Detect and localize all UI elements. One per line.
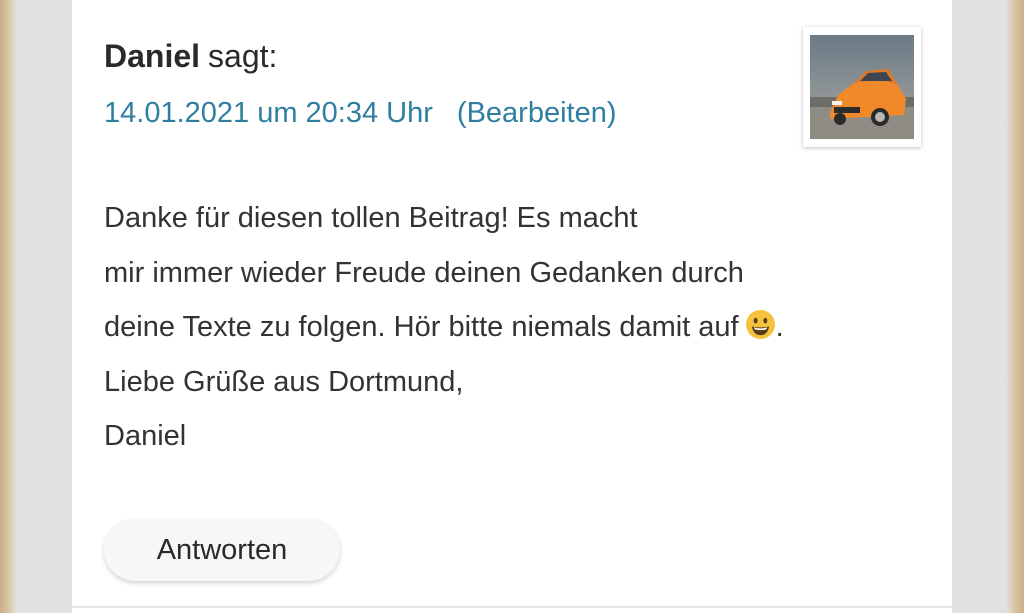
line-suffix: . [775,311,784,343]
comment-line: Danke für diesen tollen Beitrag! Es mach… [104,202,638,234]
comment-author: Daniel [104,38,201,74]
comment-card: Daniel sagt: 14.01.2021 um 20:34 Uhr (Bear… [72,0,952,613]
comment-text: Danke für diesen tollen Beitrag! Es mach… [104,191,924,464]
avatar [803,27,921,147]
comment-line: Liebe Grüße aus Dortmund, [104,365,464,398]
comment-line: mir immer wieder Freude deinen Gedanken … [104,256,744,289]
grinning-face-emoji-icon [745,309,775,340]
avatar-photo-icon [810,35,914,139]
comment-date-link[interactable]: 14.01.2021 um 20:34 Uhr [104,97,433,129]
comment-line-text: deine Texte zu folgen. Hör bitte niemals… [104,311,739,343]
reply-button[interactable]: Antworten [104,519,340,581]
comment-meta: 14.01.2021 um 20:34 Uhr (Bearbeiten) [104,97,617,130]
edit-link[interactable]: (Bearbeiten) [457,97,617,129]
says-label: sagt: [208,38,278,74]
card-divider [72,606,952,608]
comment-line-with-emoji: deine Texte zu folgen. Hör bitte niemals… [104,300,924,355]
comment-header: Daniel sagt: [104,38,277,75]
comment-line: Daniel [104,420,187,452]
